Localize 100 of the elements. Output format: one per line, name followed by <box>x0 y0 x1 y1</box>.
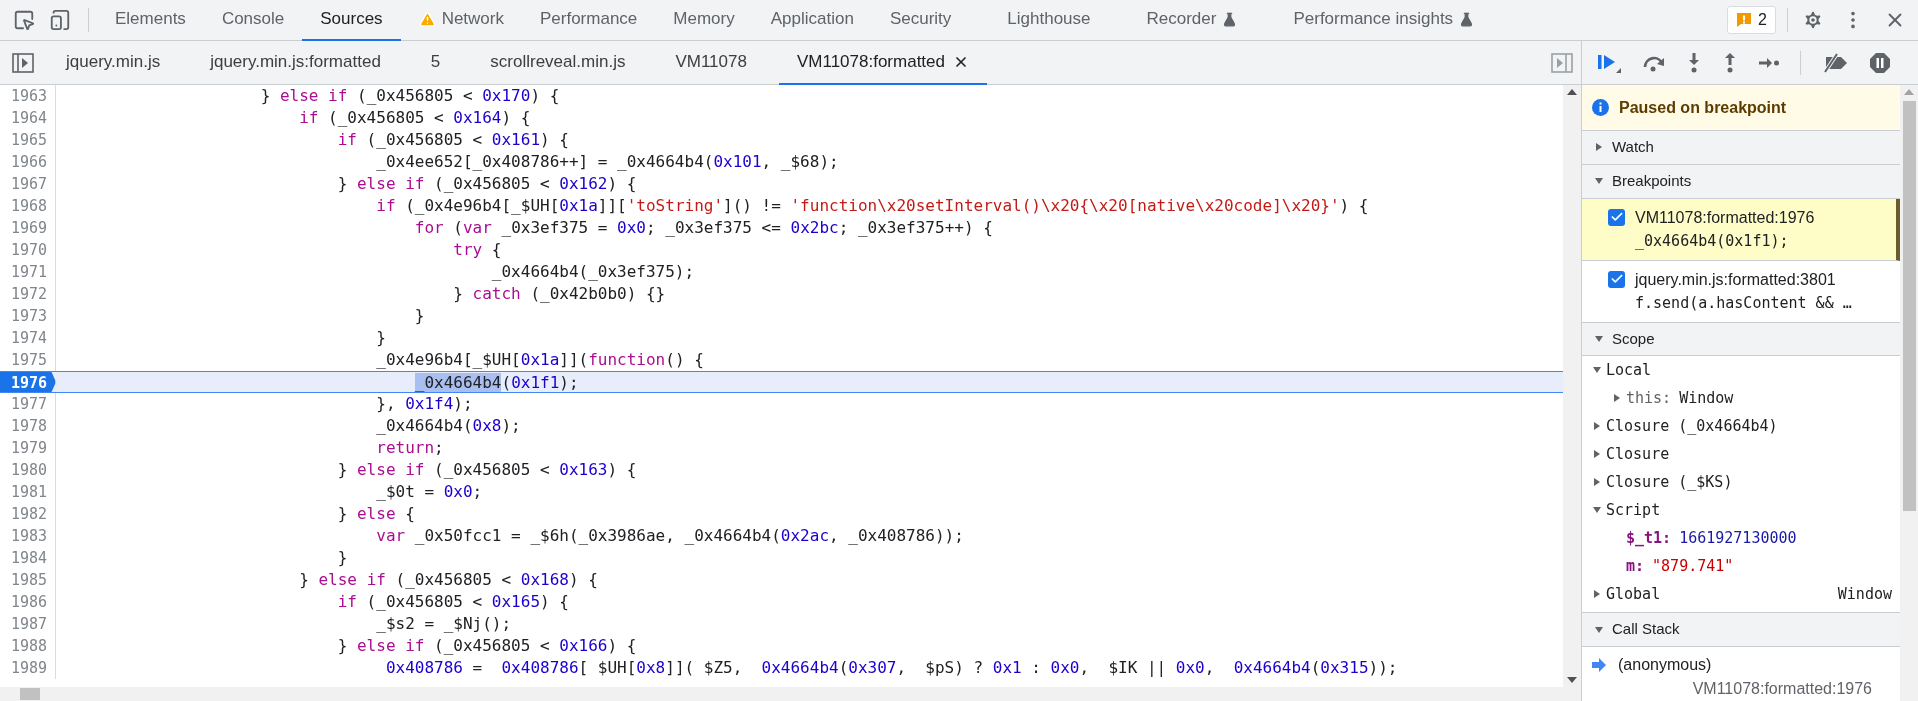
code-line: _0x4664b4(_0x3ef375); <box>490 261 695 283</box>
issues-button[interactable]: 2 <box>1727 6 1776 34</box>
scope-row[interactable]: Local <box>1582 356 1900 385</box>
line-number[interactable]: 1979 <box>0 437 56 459</box>
line-number[interactable]: 1985 <box>0 569 56 591</box>
pause-on-exceptions-icon[interactable] <box>1869 51 1891 74</box>
scope-name: Closure (_0x4664b4) <box>1606 416 1778 438</box>
panel-tab[interactable]: Console <box>203 0 303 41</box>
line-number[interactable]: 1972 <box>0 283 56 305</box>
line-number[interactable]: 1983 <box>0 525 56 547</box>
scope-row[interactable]: Global Window <box>1582 580 1900 609</box>
panel-tab[interactable]: Performance <box>522 0 656 41</box>
line-number[interactable]: 1982 <box>0 503 56 525</box>
line-number[interactable]: 1977 <box>0 393 56 415</box>
section-header[interactable]: Scope <box>1582 322 1900 357</box>
panel-tab[interactable]: Elements <box>97 0 204 41</box>
scope-row[interactable]: Closure (_0x4664b4) <box>1582 412 1900 441</box>
line-number[interactable]: 1963 <box>0 85 56 107</box>
breakpoint-location: jquery.min.js:formatted:3801 <box>1635 269 1837 290</box>
line-number[interactable]: 1968 <box>0 195 56 217</box>
code-line: _0x4664b4(0x8); <box>375 415 521 437</box>
collapse-triangle-icon <box>1594 624 1604 635</box>
scope-row[interactable]: Closure (_$KS) <box>1582 468 1900 497</box>
vertical-scrollbar[interactable] <box>1900 85 1918 701</box>
scope-value: 1661927130000 <box>1679 528 1797 550</box>
code-line: if (_0x456805 < 0x165) { <box>336 591 569 613</box>
scope-row[interactable]: Script <box>1582 496 1900 525</box>
line-number[interactable]: 1965 <box>0 129 56 151</box>
line-number[interactable]: 1970 <box>0 239 56 261</box>
line-number[interactable]: 1987 <box>0 613 56 635</box>
line-number[interactable]: 1988 <box>0 635 56 657</box>
section-title: Call Stack <box>1612 619 1680 640</box>
line-number[interactable]: 1976 <box>0 372 56 392</box>
file-tab[interactable]: scrollreveal.min.js <box>472 40 644 85</box>
panel-tab[interactable]: Application <box>752 0 872 41</box>
file-tab[interactable]: 5 <box>412 40 459 85</box>
code-line: _0x4e96b4[_$UH[0x1a]](function() { <box>375 349 704 371</box>
line-number[interactable]: 1989 <box>0 657 56 679</box>
scope-row[interactable]: $_t1: 1661927130000 <box>1582 524 1900 553</box>
inspect-icon[interactable] <box>13 9 35 31</box>
sidebar-toggle-icon[interactable] <box>12 52 34 73</box>
line-number[interactable]: 1973 <box>0 305 56 327</box>
code-line: 0x408786 = 0x408786[ $UH[0x8]]( $Z5, 0x4664b4(0x307, $pS) ? 0x1 : 0x0, $IK || 0x0, 0x4664b4(0x315)); <box>384 657 1398 679</box>
paused-message: Paused on breakpoint <box>1619 97 1787 118</box>
panel-tab[interactable]: Network <box>400 0 522 41</box>
section-header[interactable]: Breakpoints <box>1582 164 1900 199</box>
line-number[interactable]: 1978 <box>0 415 56 437</box>
code-line: } <box>375 327 386 349</box>
info-icon <box>1592 99 1609 116</box>
file-tab[interactable]: VM11078:formatted <box>778 40 987 85</box>
step-icon[interactable] <box>1758 55 1780 70</box>
line-number[interactable]: 1966 <box>0 151 56 173</box>
scroll-up-icon[interactable] <box>1567 89 1577 95</box>
code-line: }, 0x1f4); <box>375 393 473 415</box>
scroll-down-icon[interactable] <box>1567 677 1577 683</box>
settings-icon[interactable] <box>1802 9 1824 31</box>
code-line: _$0t = 0x0; <box>375 481 483 503</box>
code-line: try { <box>452 239 502 261</box>
code-line: } else if (_0x456805 < 0x170) { <box>259 85 560 107</box>
section-header[interactable]: Call Stack <box>1582 613 1900 647</box>
call-frame[interactable]: (anonymous) VM11078:formatted:1976 <box>1582 647 1900 701</box>
code-line: for (var _0x3ef375 = 0x0; _0x3ef375 <= 0x2bc; _0x3ef375++) { <box>413 217 993 239</box>
line-number[interactable]: 1986 <box>0 591 56 613</box>
issue-icon <box>1736 12 1753 28</box>
flask-icon <box>1459 11 1475 27</box>
checkbox[interactable] <box>1608 208 1625 226</box>
code-line: } else if (_0x456805 < 0x168) { <box>298 569 598 591</box>
scope-row[interactable]: this: Window <box>1582 384 1900 413</box>
code-line: if (_0x456805 < 0x164) { <box>298 107 531 129</box>
file-tab[interactable]: jquery.min.js <box>48 40 179 85</box>
device-icon[interactable] <box>49 9 71 31</box>
checkbox[interactable] <box>1608 270 1625 288</box>
scope-value: Window <box>1837 583 1892 605</box>
panel-tab[interactable]: Lighthouse <box>989 0 1109 41</box>
frame-function: (anonymous) <box>1618 655 1712 675</box>
line-number[interactable]: 1967 <box>0 173 56 195</box>
file-tab[interactable]: jquery.min.js:formatted <box>192 40 399 85</box>
panel-tab[interactable]: Memory <box>655 0 753 41</box>
line-number[interactable]: 1981 <box>0 481 56 503</box>
line-number[interactable]: 1984 <box>0 547 56 569</box>
horizontal-scrollbar[interactable] <box>0 687 1581 701</box>
breakpoint-item[interactable]: VM11078:formatted:1976 _0x4664b4(0x1f1); <box>1582 198 1900 261</box>
code-line: } catch (_0x42b0b0) {} <box>452 283 666 305</box>
line-number[interactable]: 1971 <box>0 261 56 283</box>
expand-triangle-icon <box>1592 421 1602 432</box>
panel-tab[interactable]: Recorder <box>1128 0 1256 41</box>
scope-row[interactable]: m: "879.741" <box>1582 552 1900 581</box>
deactivate-breakpoints-icon[interactable] <box>1821 51 1849 74</box>
sidebar-toggle-icon[interactable] <box>1551 52 1573 73</box>
line-number[interactable]: 1980 <box>0 459 56 481</box>
scope-row[interactable]: Closure <box>1582 440 1900 469</box>
file-tab[interactable]: VM11078 <box>657 40 765 85</box>
vertical-scrollbar[interactable] <box>1563 85 1581 687</box>
line-number[interactable]: 1974 <box>0 327 56 349</box>
panel-tab[interactable]: Performance insights <box>1275 0 1493 41</box>
expand-triangle-icon <box>1592 449 1602 460</box>
section-header[interactable]: Watch <box>1582 131 1900 165</box>
line-number[interactable]: 1964 <box>0 107 56 129</box>
panel-tab[interactable]: Security <box>871 0 970 41</box>
line-number[interactable]: 1969 <box>0 217 56 239</box>
